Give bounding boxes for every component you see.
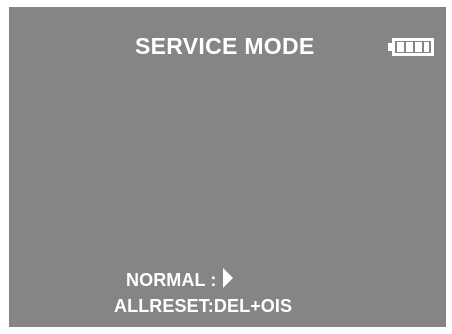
battery-full-icon [388, 38, 434, 56]
allreset-instruction: ALLRESET:DEL+OIS [114, 296, 293, 316]
service-mode-screen: SERVICE MODE NORMAL : ALLRESET:DEL+OIS [9, 7, 446, 327]
page-title: SERVICE MODE [135, 33, 315, 59]
normal-label: NORMAL : [126, 270, 217, 290]
arrow-right-icon [223, 268, 234, 288]
menu-item-normal[interactable]: NORMAL : [126, 267, 234, 291]
